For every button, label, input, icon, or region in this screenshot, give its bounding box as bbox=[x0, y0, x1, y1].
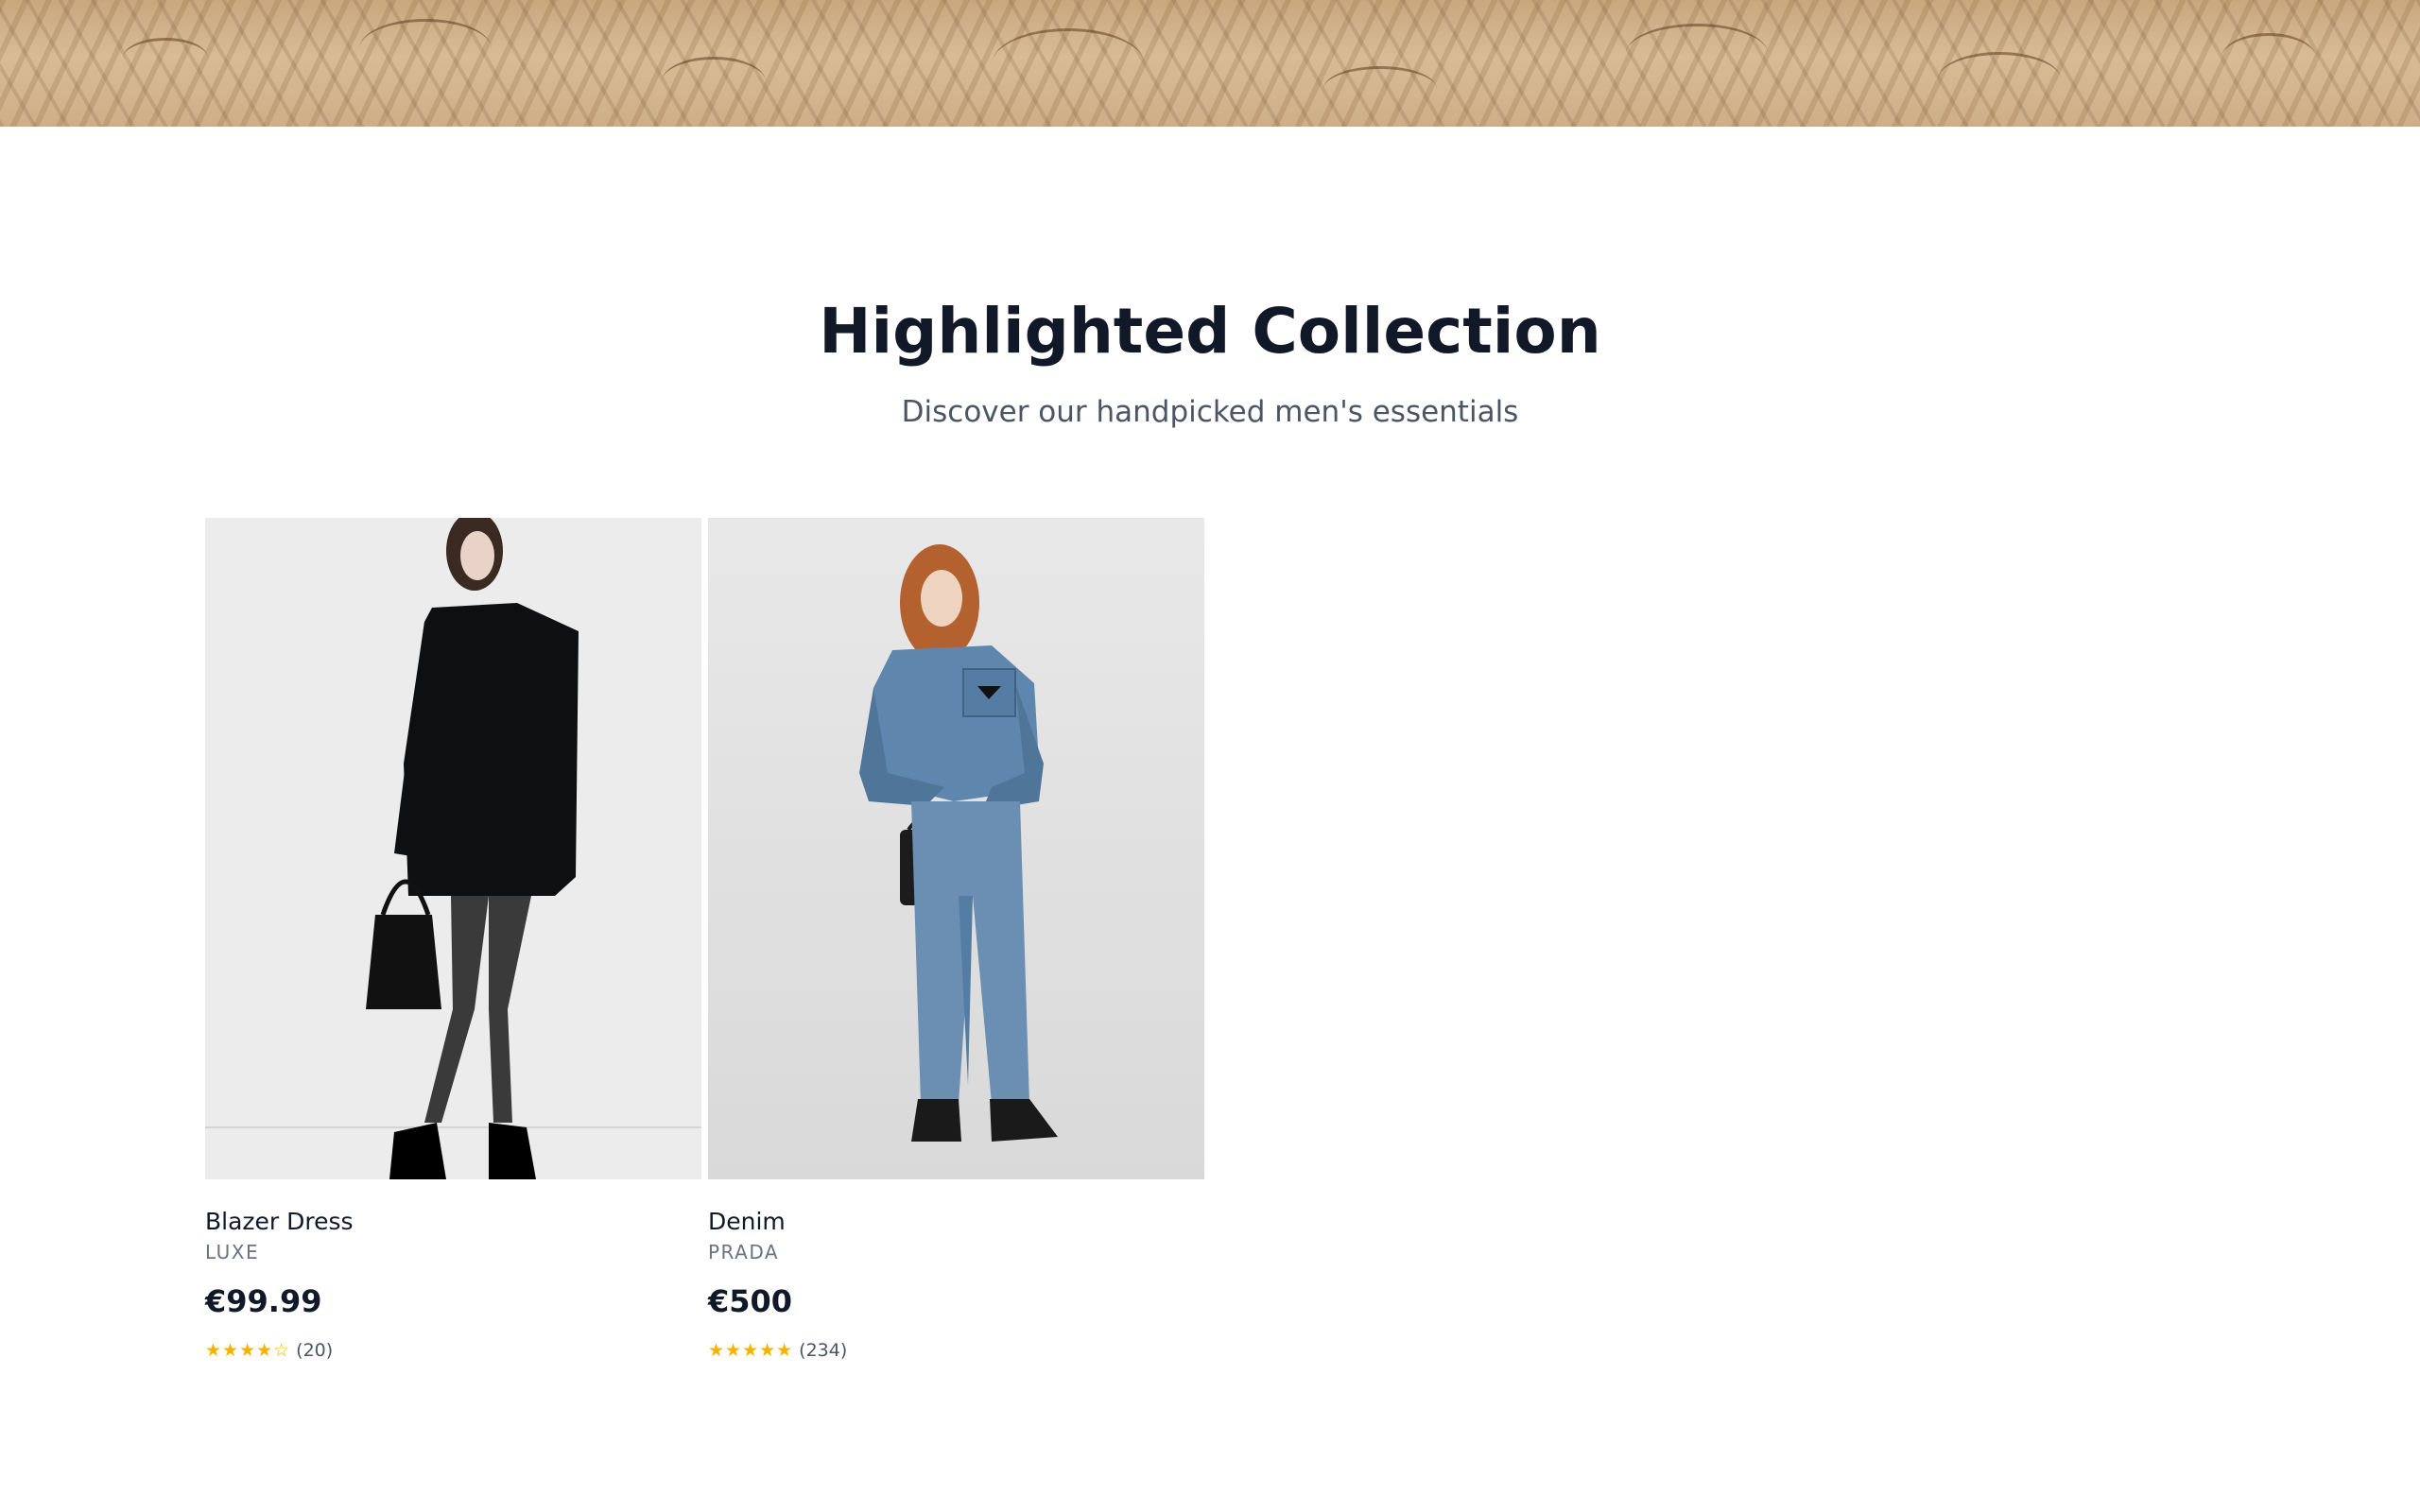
product-image[interactable] bbox=[708, 518, 1204, 1179]
product-name[interactable]: Blazer Dress bbox=[205, 1208, 354, 1235]
review-count: (20) bbox=[296, 1340, 334, 1361]
review-count: (234) bbox=[799, 1340, 848, 1361]
product-price: €99.99 bbox=[205, 1283, 322, 1319]
model-black-blazer-dress-photo bbox=[205, 518, 701, 1179]
model-denim-set-photo bbox=[708, 518, 1204, 1179]
product-card[interactable]: Denim PRADA €500 ★★★★★ (234) bbox=[708, 518, 1204, 1361]
star-rating-icon: ★★★★★ bbox=[708, 1340, 794, 1361]
product-rating: ★★★★☆ (20) bbox=[205, 1340, 333, 1361]
product-rating: ★★★★★ (234) bbox=[708, 1340, 847, 1361]
product-card[interactable]: Blazer Dress LUXE €99.99 ★★★★☆ (20) bbox=[205, 518, 701, 1361]
product-price: €500 bbox=[708, 1283, 793, 1319]
product-brand: PRADA bbox=[708, 1241, 780, 1263]
section-title: Highlighted Collection bbox=[819, 295, 1601, 368]
product-brand: LUXE bbox=[205, 1241, 260, 1263]
star-rating-icon: ★★★★☆ bbox=[205, 1340, 291, 1361]
section-subtitle: Discover our handpicked men's essentials bbox=[901, 395, 1519, 429]
product-image[interactable] bbox=[205, 518, 701, 1179]
product-name[interactable]: Denim bbox=[708, 1208, 786, 1235]
hero-banner-image bbox=[0, 0, 2420, 127]
